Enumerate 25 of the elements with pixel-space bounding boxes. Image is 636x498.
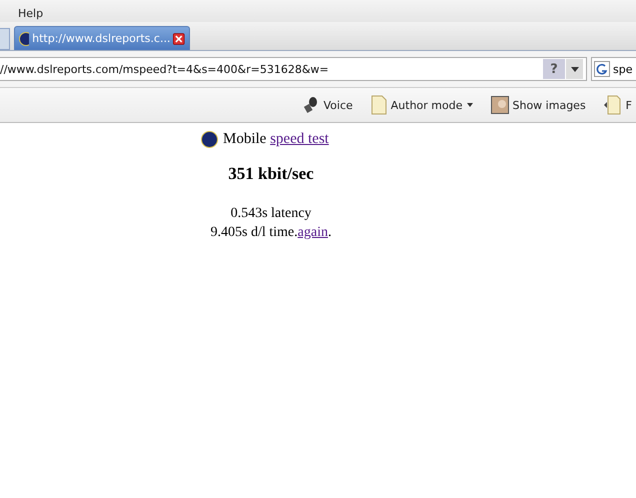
speed-test-link[interactable]: speed test — [270, 131, 329, 147]
address-field[interactable]: //www.dslreports.com/mspeed?t=4&s=400&r=531628&w= ? — [0, 57, 587, 81]
toolbar-button[interactable]: F — [600, 95, 636, 115]
microphone-icon — [303, 96, 320, 114]
toolbar-button[interactable]: Show images — [486, 96, 590, 114]
speed-result: 351 kbit/sec — [228, 164, 314, 184]
download-time-text: 9.405s d/l time.again. — [210, 224, 332, 242]
search-engine-icon — [594, 61, 610, 77]
dropdown-button[interactable] — [565, 59, 583, 79]
latency-text: 0.543s latency — [230, 205, 312, 223]
again-link[interactable]: again — [298, 225, 328, 240]
toolbar-button[interactable]: Voice — [299, 96, 357, 114]
site-logo-icon — [201, 131, 218, 148]
toolbar-button[interactable]: Author mode — [366, 95, 476, 115]
document-icon — [604, 95, 622, 115]
page-title: Mobile speed test — [223, 131, 329, 148]
help-button[interactable]: ? — [543, 59, 565, 79]
image-icon — [490, 96, 508, 114]
caret-icon — [570, 66, 578, 72]
site-logo-icon — [19, 32, 30, 46]
close-icon[interactable] — [173, 30, 185, 46]
menu-item[interactable]: Help — [14, 7, 48, 22]
search-field[interactable]: spe — [591, 57, 636, 81]
caret-icon — [466, 103, 472, 107]
document-icon — [370, 95, 387, 115]
